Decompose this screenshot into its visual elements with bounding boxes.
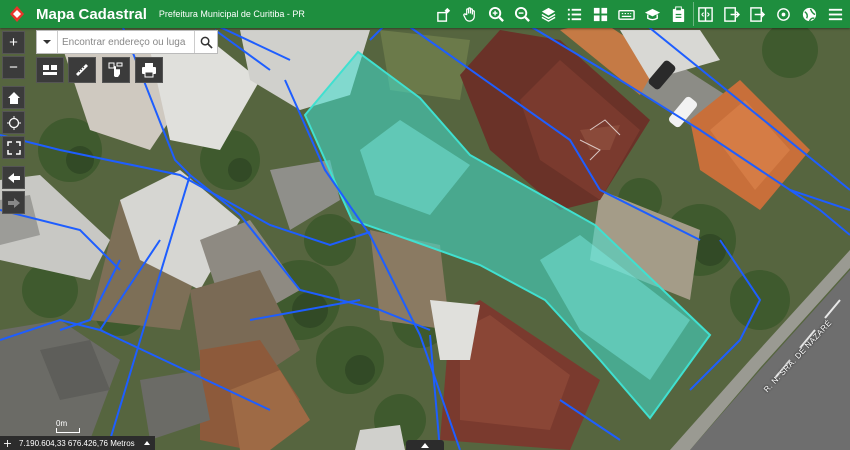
keyboard-icon[interactable]	[615, 2, 638, 26]
address-search	[36, 30, 218, 54]
map-navigation: + −	[2, 31, 25, 216]
forward-button[interactable]	[2, 191, 25, 214]
zoom-in-button[interactable]: +	[2, 31, 25, 54]
locate-button[interactable]	[2, 111, 25, 134]
ruler-icon	[76, 64, 88, 76]
basemap-button[interactable]	[36, 57, 64, 83]
measure-button[interactable]	[68, 57, 96, 83]
search-dropdown[interactable]	[37, 31, 58, 53]
arrow-left-icon	[7, 172, 20, 183]
fullscreen-icon	[6, 140, 21, 155]
list-icon[interactable]	[563, 2, 586, 26]
split-view-icon[interactable]	[692, 2, 717, 26]
toolbar	[431, 0, 848, 28]
locate-icon	[6, 115, 21, 130]
bottom-panel-toggle[interactable]	[406, 440, 444, 450]
triangle-up-icon	[421, 442, 429, 448]
mortarboard-icon[interactable]	[641, 2, 664, 26]
search-input[interactable]	[58, 33, 194, 51]
grid-icon[interactable]	[589, 2, 612, 26]
chevron-down-icon	[43, 40, 51, 44]
zoom-out-button[interactable]: −	[2, 56, 25, 79]
zoom-out-icon[interactable]	[511, 2, 534, 26]
clipboard-icon[interactable]	[667, 2, 690, 26]
select-parcel-button[interactable]	[102, 57, 130, 83]
pan-hand-icon[interactable]	[459, 2, 482, 26]
layers-icon[interactable]	[537, 2, 560, 26]
exit-icon[interactable]	[746, 2, 769, 26]
target-icon[interactable]	[772, 2, 795, 26]
scale-bar: 0m	[56, 419, 80, 433]
search-button[interactable]	[194, 31, 217, 53]
print-button[interactable]	[135, 57, 163, 83]
app-subtitle: Prefeitura Municipal de Curitiba - PR	[158, 9, 305, 19]
home-icon	[7, 91, 20, 104]
zoom-in-icon[interactable]	[485, 2, 508, 26]
globe-icon[interactable]	[798, 2, 821, 26]
search-icon	[200, 36, 213, 49]
export-icon[interactable]	[720, 2, 743, 26]
chevron-up-icon[interactable]	[143, 440, 151, 446]
app-title: Mapa Cadastral	[36, 5, 147, 23]
menu-icon[interactable]	[824, 2, 847, 26]
coordinate-readout: 7.190.604,33 676.426,76 Metros	[0, 436, 155, 450]
arrow-right-icon	[7, 197, 20, 208]
home-button[interactable]	[2, 86, 25, 109]
pin-area-icon[interactable]	[433, 2, 456, 26]
back-button[interactable]	[2, 166, 25, 189]
basemap-icon	[43, 65, 57, 75]
scale-label: 0m	[56, 419, 68, 428]
city-logo-icon	[6, 3, 28, 25]
coordinates-text: 7.190.604,33 676.426,76 Metros	[19, 438, 135, 448]
fullscreen-button[interactable]	[2, 136, 25, 159]
header-bar: Mapa Cadastral Prefeitura Municipal de C…	[0, 0, 850, 28]
printer-icon	[142, 63, 156, 78]
hand-pointer-icon	[108, 62, 123, 77]
crosshair-icon	[4, 439, 11, 447]
